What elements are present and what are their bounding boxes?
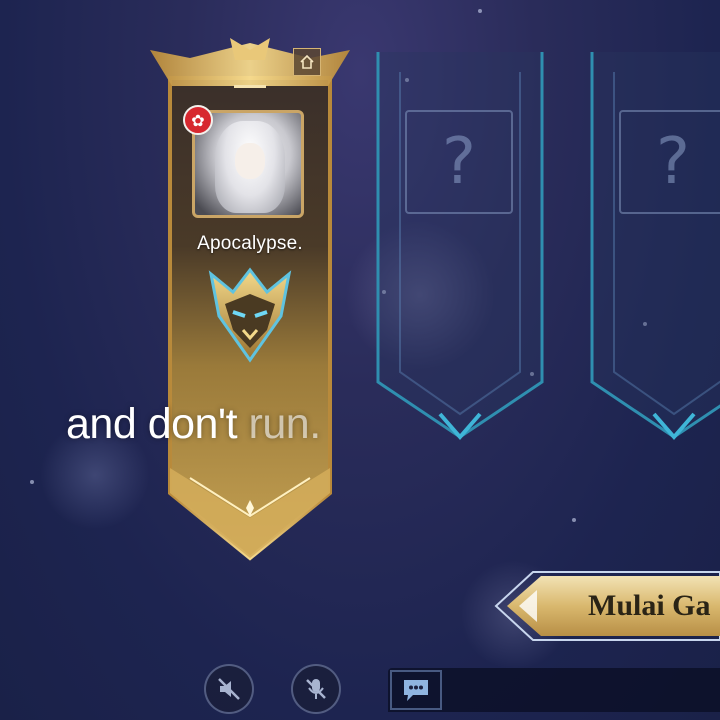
- subtitle-dim-text: run.: [248, 400, 322, 448]
- avatar-face: [235, 143, 265, 179]
- background-sparkle: [30, 480, 34, 484]
- mic-toggle-button[interactable]: [291, 664, 341, 714]
- mic-muted-icon: [306, 679, 326, 699]
- speaker-toggle-button[interactable]: [204, 664, 254, 714]
- empty-player-slot[interactable]: ?: [370, 52, 550, 442]
- video-subtitle: and don't run.: [66, 400, 321, 449]
- region-flag-icon: ✿: [183, 105, 213, 135]
- background-sparkle: [572, 518, 576, 522]
- chat-icon: [404, 680, 428, 701]
- unknown-player-placeholder: ?: [405, 110, 513, 214]
- background-sparkle: [478, 9, 482, 13]
- empty-player-slot[interactable]: ?: [584, 52, 720, 442]
- start-game-button[interactable]: Mulai Ga: [493, 568, 720, 644]
- speaker-muted-icon: [218, 678, 240, 700]
- rank-emblem-icon: [208, 267, 292, 363]
- start-button-label: Mulai Ga: [588, 589, 711, 622]
- chat-button[interactable]: [390, 670, 442, 710]
- player-banner: ✿ Apocalypse.: [150, 38, 350, 563]
- subtitle-bright-text: and don't: [66, 400, 249, 448]
- home-button[interactable]: [293, 48, 321, 76]
- chat-bar[interactable]: [388, 668, 720, 712]
- home-icon: [300, 54, 314, 69]
- unknown-player-placeholder: ?: [619, 110, 720, 214]
- player-name: Apocalypse.: [197, 233, 303, 254]
